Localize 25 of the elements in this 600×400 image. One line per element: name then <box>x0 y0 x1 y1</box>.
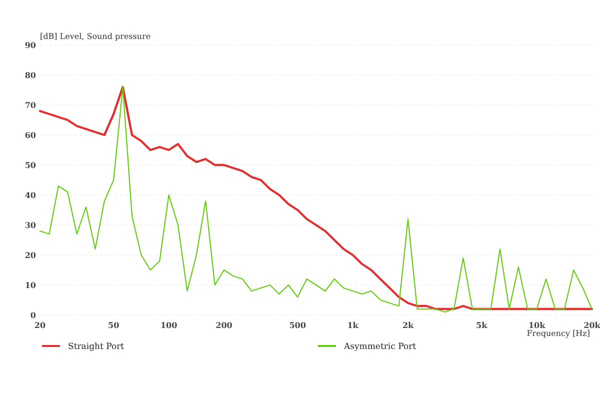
y-tick-label: 30 <box>24 220 36 230</box>
x-tick-label: 20 <box>34 320 46 330</box>
y-tick-label: 20 <box>24 250 36 260</box>
y-tick-label: 50 <box>24 160 36 170</box>
x-tick-label: 100 <box>160 320 178 330</box>
x-tick-label: 500 <box>289 320 306 330</box>
legend-label: Asymmetric Port <box>344 342 416 352</box>
x-tick-label: 200 <box>216 320 232 330</box>
y-tick-label: 70 <box>24 100 36 110</box>
y-tick-label: 10 <box>24 280 36 290</box>
legend-line <box>318 345 336 347</box>
x-tick-label: 5k <box>476 320 488 330</box>
legend-line <box>42 345 60 347</box>
x-tick-label: 10k <box>528 320 546 330</box>
x-tick-label: 50 <box>108 320 120 330</box>
y-tick-label: 60 <box>24 130 36 140</box>
y-tick-label: 40 <box>24 190 36 200</box>
legend-label: Straight Port <box>68 342 124 352</box>
y-tick-label: 0 <box>30 310 36 320</box>
y-axis-title: [dB] Level, Sound pressure <box>40 32 151 41</box>
x-tick-label: 1k <box>347 320 358 330</box>
y-tick-label: 90 <box>24 40 36 50</box>
y-tick-label: 80 <box>24 70 36 80</box>
x-tick-label: 2k <box>402 320 414 330</box>
x-axis-title: Frequency [Hz] <box>526 329 590 338</box>
